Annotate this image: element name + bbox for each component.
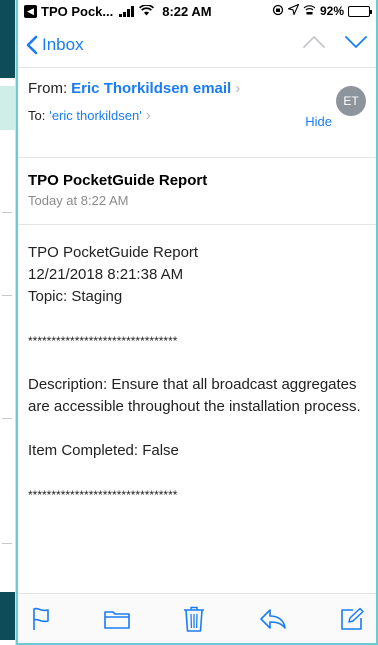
- from-label: From:: [28, 80, 68, 97]
- mail-nav-bar: Inbox: [18, 22, 376, 68]
- body-timestamp: 12/21/2018 8:21:38 AM: [28, 266, 184, 283]
- background-app-strip: [0, 0, 16, 645]
- phone-screen: ◀ TPO Pock... 8:22 AM 92% Inbox From: Er…: [16, 0, 378, 645]
- back-to-inbox-button[interactable]: Inbox: [26, 35, 84, 55]
- message-navigation: [302, 35, 368, 54]
- body-description: Description: Ensure that all broadcast a…: [28, 376, 361, 415]
- background-divider: [2, 212, 12, 213]
- chevron-right-icon: ›: [235, 80, 241, 97]
- next-message-button[interactable]: [344, 35, 368, 54]
- status-indicators: 92%: [272, 3, 372, 19]
- delete-button[interactable]: [183, 606, 205, 632]
- bottom-toolbar: [18, 593, 376, 643]
- move-to-folder-button[interactable]: [103, 609, 130, 629]
- reply-button[interactable]: [259, 608, 287, 630]
- background-app-header: [0, 0, 15, 78]
- chevron-up-icon: [303, 36, 325, 48]
- flag-icon: [33, 607, 49, 630]
- wifi-calling-icon: [303, 4, 316, 18]
- background-app-footer: [0, 592, 15, 640]
- signal-icon: [119, 5, 135, 17]
- chevron-down-icon: [345, 36, 367, 48]
- flag-button[interactable]: [32, 607, 50, 631]
- chevron-right-icon: ›: [145, 107, 151, 124]
- recipient-name[interactable]: 'eric thorkildsen': [49, 108, 141, 123]
- background-divider: [2, 543, 12, 544]
- body-separator: ********************************: [28, 488, 178, 502]
- back-to-app-icon[interactable]: ◀: [24, 4, 37, 18]
- status-time: 8:22 AM: [162, 3, 212, 19]
- reply-icon: [259, 608, 286, 629]
- folder-icon: [103, 610, 130, 629]
- background-divider: [2, 295, 12, 296]
- body-separator: ********************************: [28, 334, 178, 348]
- body-title: TPO PocketGuide Report: [28, 244, 199, 261]
- compose-button[interactable]: [340, 607, 364, 631]
- message-date: Today at 8:22 AM: [28, 193, 129, 208]
- avatar: ET: [336, 86, 366, 116]
- background-app-highlight: [0, 86, 15, 130]
- wifi-icon: [139, 3, 155, 19]
- from-row: From: Eric Thorkildsen email ›: [28, 80, 366, 97]
- message-header: From: Eric Thorkildsen email › To: 'eric…: [18, 68, 376, 158]
- trash-icon: [184, 606, 204, 632]
- background-divider: [2, 418, 12, 419]
- battery-percent: 92%: [319, 4, 344, 18]
- message-subject: TPO PocketGuide Report: [28, 172, 208, 189]
- chevron-left-icon: [26, 35, 38, 54]
- subject-block: TPO PocketGuide Report Today at 8:22 AM: [18, 158, 376, 225]
- compose-icon: [341, 607, 364, 630]
- body-item-completed: Item Completed: False: [28, 442, 179, 459]
- status-bar: ◀ TPO Pock... 8:22 AM 92%: [18, 0, 376, 22]
- orientation-lock-icon: [272, 4, 284, 19]
- location-icon: [286, 3, 300, 18]
- body-topic: Topic: Staging: [28, 288, 123, 305]
- previous-message-button[interactable]: [302, 35, 326, 54]
- battery-icon: [348, 5, 372, 17]
- back-label: Inbox: [42, 34, 84, 54]
- to-label: To:: [28, 108, 46, 123]
- message-body: TPO PocketGuide Report 12/21/2018 8:21:3…: [18, 225, 376, 506]
- hide-details-button[interactable]: Hide: [305, 114, 332, 129]
- carrier-name: TPO Pock...: [41, 3, 114, 19]
- sender-name[interactable]: Eric Thorkildsen email: [71, 80, 231, 97]
